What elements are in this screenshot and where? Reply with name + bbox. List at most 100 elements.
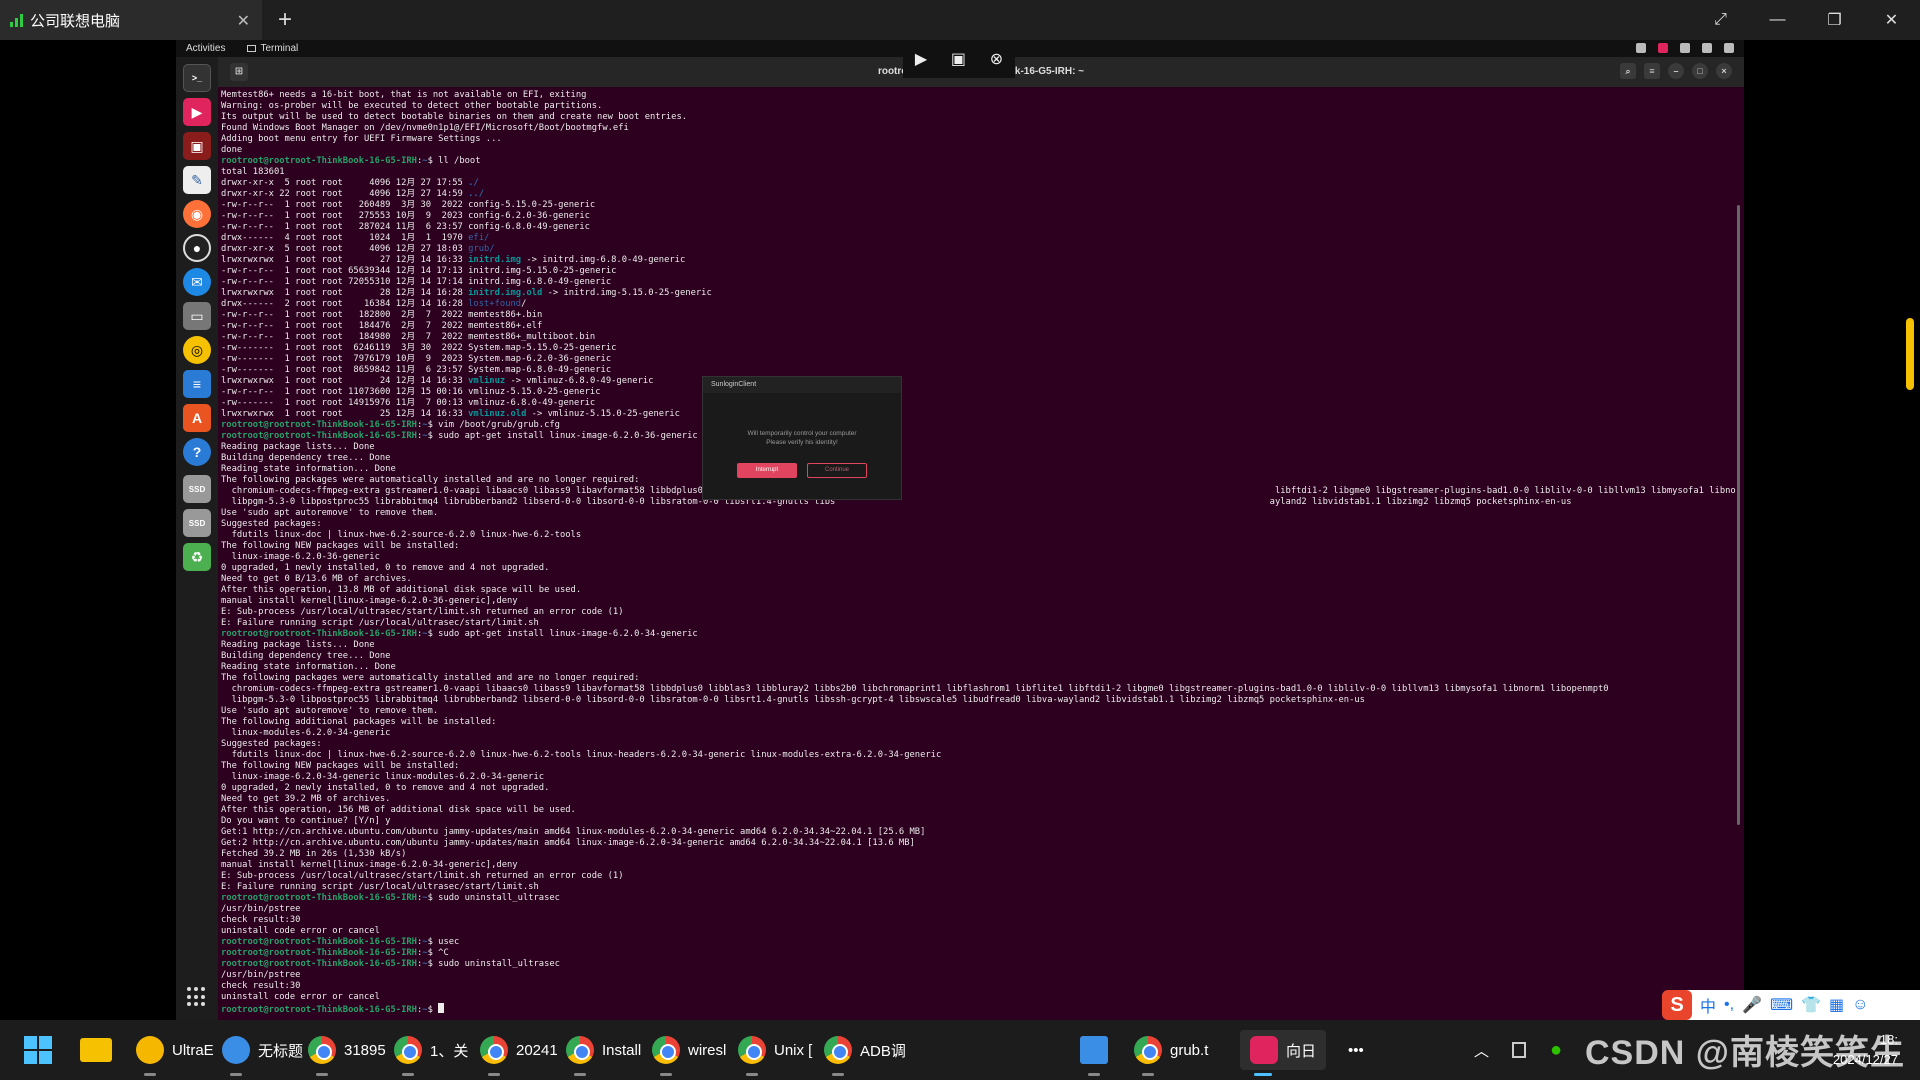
fullscreen-icon[interactable]: ⤢ [1692, 11, 1749, 29]
terminal-output-line: -rw-r--r-- 1 root root 65639344 12月 14 1… [221, 266, 1740, 277]
line-text: E: Sub-process /usr/local/ultrasec/start… [221, 871, 624, 881]
minimize-icon[interactable]: – [1668, 63, 1684, 79]
taskbar-app-label: 20241 [516, 1041, 558, 1059]
search-icon[interactable]: ⌕ [1620, 63, 1636, 79]
taskbar-app-3[interactable]: 1、关 [394, 1030, 468, 1076]
ssd-drive-icon[interactable]: SSD [183, 475, 211, 503]
taskbar-app-1[interactable]: 无标题 [222, 1030, 303, 1076]
new-tab-button[interactable]: + [278, 6, 292, 34]
terminal-output-line: -rw-r--r-- 1 root root 182800 2月 7 2022 … [221, 310, 1740, 321]
terminal-output-line: uninstall code error or cancel [221, 926, 1740, 937]
maximize-icon[interactable]: □ [1692, 63, 1708, 79]
sogou-ime-icon[interactable]: S [1662, 990, 1692, 1020]
wechat-tray-button[interactable]: ● [1550, 1030, 1562, 1070]
sunlogin-dock-icon[interactable]: ▶ [183, 98, 211, 126]
terminal-output[interactable]: Memtest86+ needs a 16-bit boot, that is … [218, 87, 1740, 1020]
taskbar-app-8[interactable]: ADB调 [824, 1030, 906, 1076]
terminal-scrollbar[interactable] [1737, 205, 1740, 825]
remote-screen[interactable]: Activities Terminal ▶ ▣ ⊗ >_ ▶ ▣ ✎ ◉ ● ✉… [176, 40, 1919, 1022]
taskbar-app-0[interactable]: UltraE [136, 1030, 214, 1076]
taskbar-app-4[interactable]: 20241 [480, 1030, 558, 1076]
terminal-prompt-line: rootroot@rootroot-ThinkBook-16-G5-IRH:~$… [221, 629, 698, 639]
minimize-icon[interactable]: — [1749, 11, 1806, 29]
taskbar-app-7[interactable]: Unix [ [738, 1030, 812, 1076]
activities-button[interactable]: Activities [186, 43, 225, 54]
line-text: -rw-r--r-- 1 root root 11073600 12月 15 0… [221, 387, 601, 397]
terminal-app-menu[interactable]: Terminal [247, 43, 298, 54]
terminal-output-line: Warning: os-prober will be executed to d… [221, 101, 1740, 112]
taskbar-app-9[interactable] [1080, 1030, 1116, 1076]
menu-icon[interactable]: ≡ [1644, 63, 1660, 79]
line-text: 0 upgraded, 2 newly installed, 0 to remo… [221, 783, 550, 793]
ssd-drive-icon-2[interactable]: SSD [183, 509, 211, 537]
terminal-prompt-line: rootroot@rootroot-ThinkBook-16-G5-IRH:~$… [221, 959, 560, 969]
terminal-output-line: Found Windows Boot Manager on /dev/nvme0… [221, 123, 1740, 134]
help-dock-icon[interactable]: ? [183, 438, 211, 466]
taskbar-app-5[interactable]: Install [566, 1030, 641, 1076]
line-text: linux-modules-6.2.0-34-generic [221, 728, 391, 738]
terminal-output-line: lrwxrwxrwx 1 root root 24 12月 14 16:33 v… [221, 376, 1740, 387]
ime-mode-icon[interactable]: 中 [1700, 993, 1716, 1017]
writer-dock-icon[interactable]: ≡ [183, 370, 211, 398]
thunderbird-dock-icon[interactable]: ✉ [183, 268, 211, 296]
continue-button[interactable]: Continue [807, 463, 867, 478]
taskbar-app-2[interactable]: 31895 [308, 1030, 386, 1076]
line-text: /usr/bin/pstree [221, 904, 301, 914]
remote-app-dock-icon[interactable]: ▣ [183, 132, 211, 160]
close-icon[interactable]: × [1716, 63, 1732, 79]
line-text: -rw-r--r-- 1 root root 182800 2月 7 2022 … [221, 310, 543, 320]
terminal-output-line: fdutils linux-doc | linux-hwe-6.2-source… [221, 750, 1740, 761]
power-icon[interactable] [1724, 43, 1734, 53]
control-icon[interactable]: ▶ [915, 49, 927, 69]
remote-session-tab[interactable]: 公司联想电脑 ✕ [0, 0, 262, 40]
taskbar-app-10[interactable]: grub.t [1134, 1030, 1208, 1076]
ime-keyboard-icon[interactable]: ⌨ [1770, 995, 1793, 1015]
taskbar-app-11[interactable]: 向日 [1240, 1030, 1327, 1076]
firefox-dock-icon[interactable]: ◉ [183, 200, 211, 228]
start-button[interactable] [24, 1030, 52, 1070]
tray-overflow-button[interactable]: ︿ [1474, 1030, 1489, 1070]
running-indicator [1142, 1073, 1154, 1076]
ime-toolbox-icon[interactable]: ▦ [1829, 995, 1844, 1015]
trash-icon[interactable]: ♻ [183, 543, 211, 571]
terminal-output-line: Get:1 http://cn.archive.ubuntu.com/ubunt… [221, 827, 1740, 838]
prompt-user: rootroot@rootroot-ThinkBook-16-G5-IRH [221, 1005, 417, 1014]
software-dock-icon[interactable]: A [183, 404, 211, 432]
taskbar-app-label: wiresl [688, 1041, 727, 1059]
taskbar-app-6[interactable]: wiresl [652, 1030, 727, 1076]
webcam-dock-icon[interactable]: ● [183, 234, 211, 262]
line-text: Warning: os-prober will be executed to d… [221, 101, 603, 111]
ime-voice-icon[interactable]: 🎤 [1742, 995, 1762, 1015]
terminal-prompt-line: rootroot@rootroot-ThinkBook-16-G5-IRH:~$… [221, 156, 481, 166]
rhythmbox-dock-icon[interactable]: ◎ [183, 336, 211, 364]
restore-icon[interactable]: ❐ [1806, 10, 1863, 30]
disconnect-icon[interactable]: ⊗ [990, 49, 1003, 69]
tray-app-icon[interactable] [1512, 1030, 1526, 1070]
task-view-more-button[interactable]: ••• [1348, 1030, 1364, 1070]
network-icon[interactable] [1680, 43, 1690, 53]
ime-punct-icon[interactable]: •, [1724, 996, 1734, 1014]
files-dock-icon[interactable]: ▭ [183, 302, 211, 330]
highlighted-filename: initrd.img [468, 255, 522, 265]
side-float-handle[interactable] [1906, 318, 1914, 390]
terminal-dock-icon[interactable]: >_ [183, 64, 211, 92]
sunlogin-tray-icon[interactable] [1658, 43, 1668, 53]
close-icon[interactable]: ✕ [1863, 10, 1920, 30]
line-text: usec [438, 937, 460, 947]
file-explorer-button[interactable] [80, 1030, 112, 1070]
terminal-output-line: Reading state information... Done [221, 464, 1740, 475]
terminal-output-line: -rw------- 1 root root 6246119 3月 30 202… [221, 343, 1740, 354]
close-tab-icon[interactable]: ✕ [237, 11, 250, 31]
system-clock[interactable]: 18: 2024/12/27 [1788, 1030, 1898, 1070]
ultraedit-icon [136, 1036, 164, 1064]
terminal-output-line: After this operation, 156 MB of addition… [221, 805, 1740, 816]
line-text: Building dependency tree... Done [221, 651, 391, 661]
interrupt-button[interactable]: Interrupt [737, 463, 797, 478]
ime-emoji-icon[interactable]: ☺ [1852, 996, 1868, 1014]
volume-icon[interactable] [1702, 43, 1712, 53]
screen-icon[interactable]: ▣ [951, 49, 966, 69]
show-apps-icon[interactable] [187, 987, 207, 1007]
keyboard-icon[interactable] [1636, 43, 1646, 53]
ime-skin-icon[interactable]: 👕 [1801, 995, 1821, 1015]
text-editor-dock-icon[interactable]: ✎ [183, 166, 211, 194]
